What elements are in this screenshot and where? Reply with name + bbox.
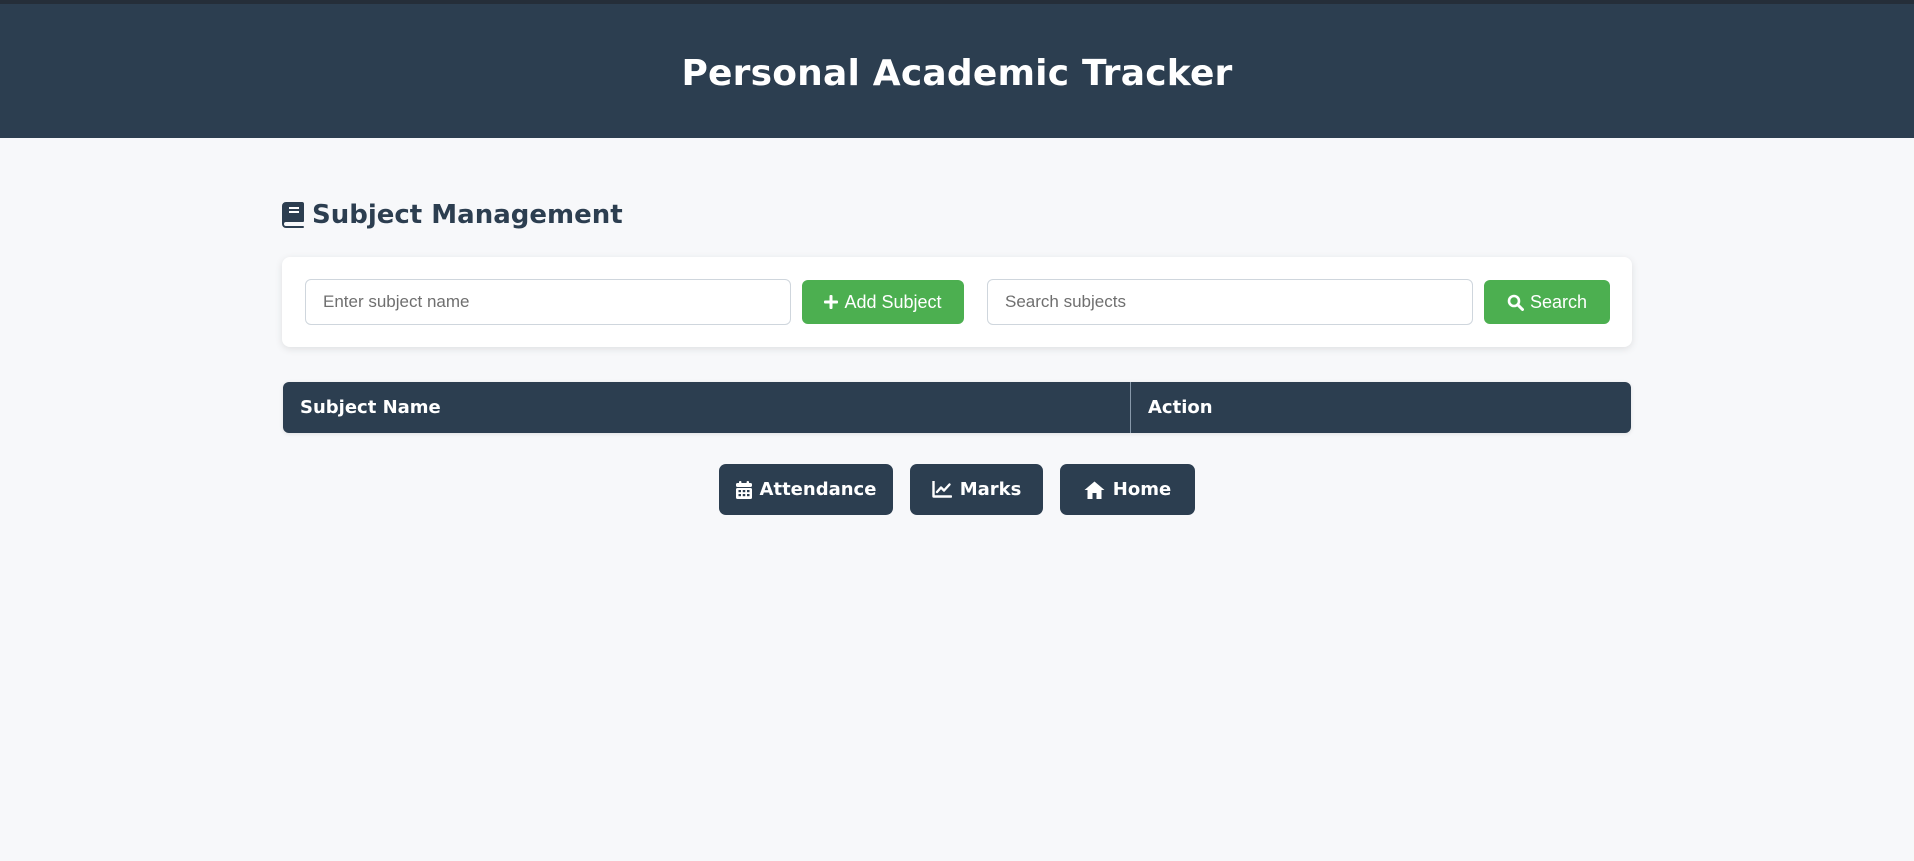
search-input[interactable] bbox=[987, 279, 1473, 325]
subject-name-input[interactable] bbox=[305, 279, 791, 325]
marks-button[interactable]: Marks bbox=[910, 464, 1043, 515]
attendance-button[interactable]: Attendance bbox=[719, 464, 893, 515]
search-icon bbox=[1507, 294, 1524, 311]
marks-label: Marks bbox=[959, 479, 1022, 500]
subject-controls-card: Add Subject Search bbox=[282, 257, 1632, 347]
home-label: Home bbox=[1112, 479, 1172, 500]
chart-line-icon bbox=[931, 481, 952, 498]
app-title: Personal Academic Tracker bbox=[681, 53, 1233, 94]
subjects-table-header: Subject Name Action bbox=[283, 382, 1631, 433]
bottom-nav: Attendance Marks Home bbox=[282, 464, 1632, 515]
add-subject-button[interactable]: Add Subject bbox=[802, 280, 964, 324]
section-heading: Subject Management bbox=[282, 200, 623, 230]
section-title: Subject Management bbox=[312, 200, 623, 230]
search-button[interactable]: Search bbox=[1484, 280, 1610, 324]
column-header-subject-name: Subject Name bbox=[283, 382, 1131, 433]
search-label: Search bbox=[1529, 291, 1588, 312]
home-button[interactable]: Home bbox=[1060, 464, 1195, 515]
plus-icon bbox=[824, 295, 839, 309]
calendar-icon bbox=[735, 480, 752, 499]
attendance-label: Attendance bbox=[759, 479, 877, 500]
add-subject-label: Add Subject bbox=[844, 291, 942, 312]
column-header-action: Action bbox=[1148, 397, 1213, 418]
book-icon bbox=[282, 202, 304, 228]
home-icon bbox=[1084, 481, 1105, 499]
app-header: Personal Academic Tracker bbox=[0, 0, 1914, 138]
